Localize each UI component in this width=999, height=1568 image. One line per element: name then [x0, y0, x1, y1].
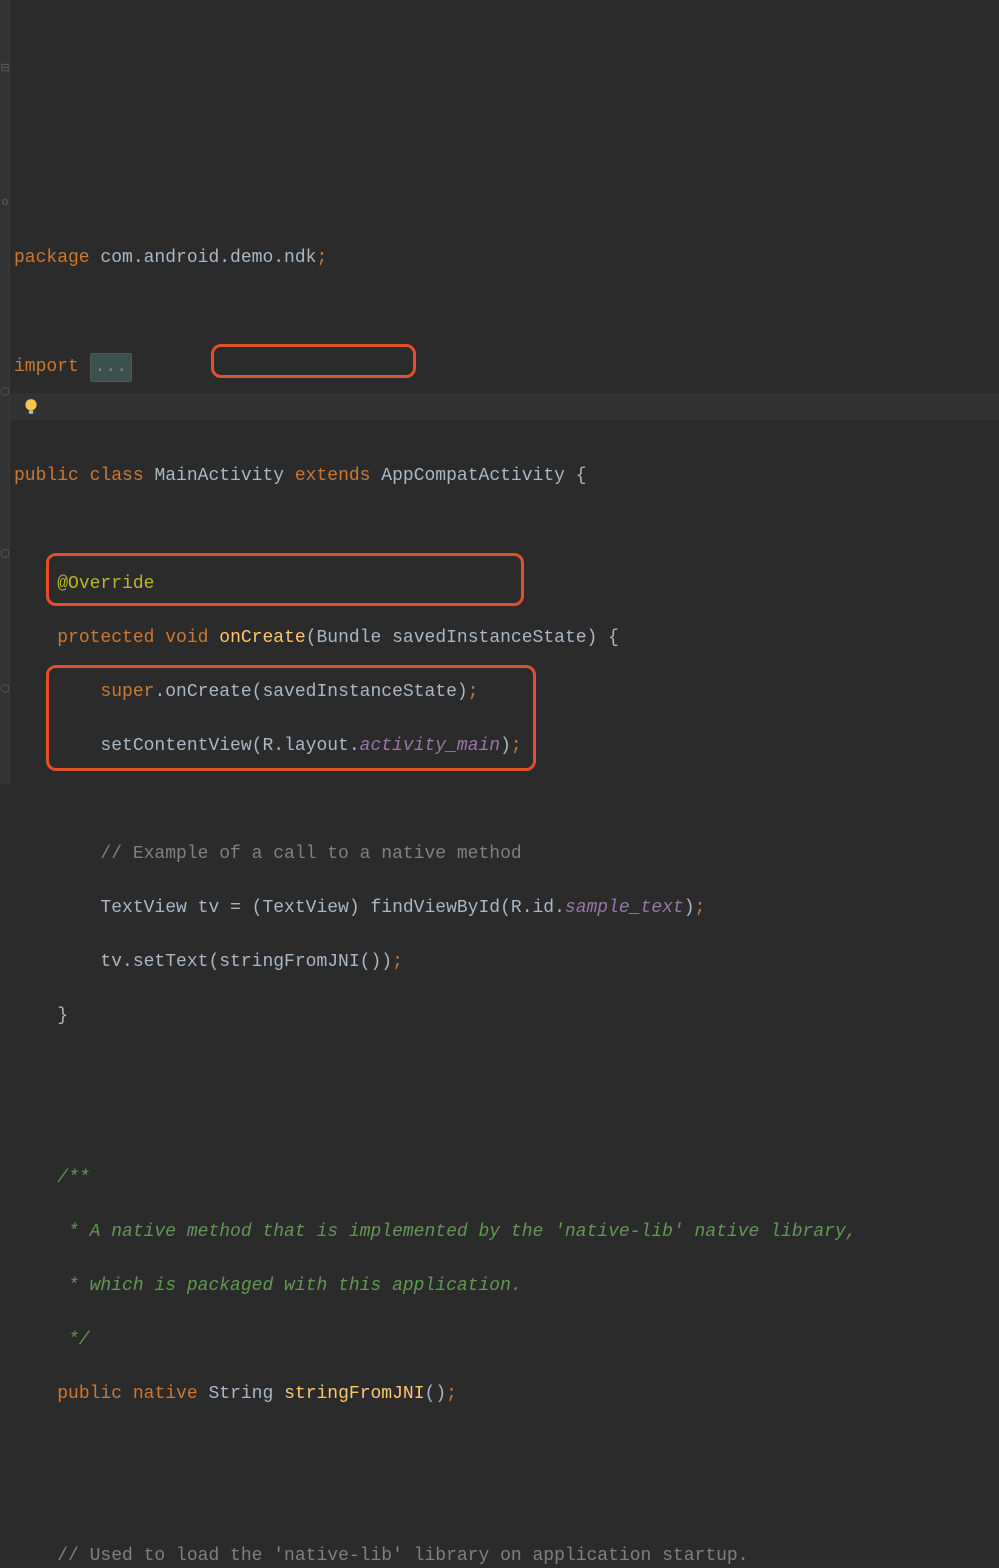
keyword-public: public [57, 1384, 122, 1404]
code-line[interactable]: */ [14, 1327, 999, 1354]
comment-loadlib: // Used to load the 'native-lib' library… [57, 1546, 748, 1566]
code-line[interactable]: // Used to load the 'native-lib' library… [14, 1543, 999, 1568]
code-line[interactable]: setContentView(R.layout.activity_main); [14, 733, 999, 760]
textview-decl: TextView tv = (TextView) findViewById(R.… [100, 898, 564, 918]
keyword-protected: protected [57, 628, 154, 648]
method-parens: () [425, 1384, 447, 1404]
code-line[interactable] [14, 1489, 999, 1516]
code-editor-content[interactable]: package com.android.demo.ndk; import ...… [0, 216, 999, 1568]
super-call: .onCreate(savedInstanceState) [154, 682, 467, 702]
code-line[interactable] [14, 787, 999, 814]
setcontent-call: setContentView(R.layout. [100, 736, 359, 756]
settext-call: tv.setText(stringFromJNI()) [100, 952, 392, 972]
semicolon: ; [695, 898, 706, 918]
keyword-package: package [14, 248, 90, 268]
layout-field: activity_main [360, 736, 500, 756]
close-brace: } [14, 1006, 68, 1026]
keyword-native: native [133, 1384, 198, 1404]
return-type: String [208, 1384, 284, 1404]
code-line[interactable]: protected void onCreate(Bundle savedInst… [14, 625, 999, 652]
code-line[interactable] [14, 409, 999, 436]
javadoc-line: * A native method that is implemented by… [57, 1222, 856, 1242]
gutter-marker-icon[interactable]: ⬡ [0, 542, 10, 569]
semicolon: ; [446, 1384, 457, 1404]
gutter-marker-icon[interactable]: ⬡ [0, 677, 10, 704]
import-fold[interactable]: ... [90, 353, 132, 382]
code-line[interactable] [14, 299, 999, 326]
keyword-import: import [14, 357, 79, 377]
comment-native-call: // Example of a call to a native method [100, 844, 521, 864]
semicolon: ; [392, 952, 403, 972]
code-line[interactable]: TextView tv = (TextView) findViewById(R.… [14, 895, 999, 922]
semicolon: ; [316, 248, 327, 268]
code-line[interactable]: import ... [14, 353, 999, 382]
code-line[interactable]: public class MainActivity extends AppCom… [14, 463, 999, 490]
code-line[interactable]: // Example of a call to a native method [14, 841, 999, 868]
gutter-fold-icon[interactable]: ⊟ [0, 56, 10, 83]
method-stringfromjni: stringFromJNI [284, 1384, 424, 1404]
keyword-extends: extends [295, 466, 371, 486]
semicolon: ; [511, 736, 522, 756]
keyword-class: class [90, 466, 144, 486]
code-line[interactable]: /** [14, 1165, 999, 1192]
code-line[interactable]: package com.android.demo.ndk; [14, 245, 999, 272]
superclass-name: AppCompatActivity { [371, 466, 587, 486]
code-line[interactable]: super.onCreate(savedInstanceState); [14, 679, 999, 706]
intention-bulb-icon[interactable] [22, 398, 40, 416]
javadoc-line: * which is packaged with this applicatio… [57, 1276, 521, 1296]
code-line[interactable]: tv.setText(stringFromJNI()); [14, 949, 999, 976]
keyword-public: public [14, 466, 79, 486]
method-oncreate: onCreate [219, 628, 305, 648]
keyword-void: void [165, 628, 208, 648]
code-line[interactable]: * which is packaged with this applicatio… [14, 1273, 999, 1300]
id-field: sample_text [565, 898, 684, 918]
javadoc-close: */ [57, 1330, 89, 1350]
keyword-super: super [100, 682, 154, 702]
paren-close: ) [684, 898, 695, 918]
paren-close: ) [500, 736, 511, 756]
code-line[interactable] [14, 1435, 999, 1462]
code-line[interactable]: } [14, 1003, 999, 1030]
code-line[interactable]: public native String stringFromJNI(); [14, 1381, 999, 1408]
code-line[interactable]: @Override [14, 571, 999, 598]
package-name: com.android.demo.ndk [90, 248, 317, 268]
code-line[interactable] [14, 1057, 999, 1084]
gutter-override-icon[interactable]: o [0, 190, 10, 217]
annotation-override: @Override [57, 574, 154, 594]
code-line[interactable] [14, 517, 999, 544]
code-line[interactable] [14, 1111, 999, 1138]
class-name: MainActivity [144, 466, 295, 486]
gutter-marker-icon[interactable]: ⬡ [0, 380, 10, 407]
method-params: (Bundle savedInstanceState) { [306, 628, 619, 648]
semicolon: ; [468, 682, 479, 702]
javadoc-open: /** [57, 1168, 89, 1188]
code-line[interactable]: * A native method that is implemented by… [14, 1219, 999, 1246]
